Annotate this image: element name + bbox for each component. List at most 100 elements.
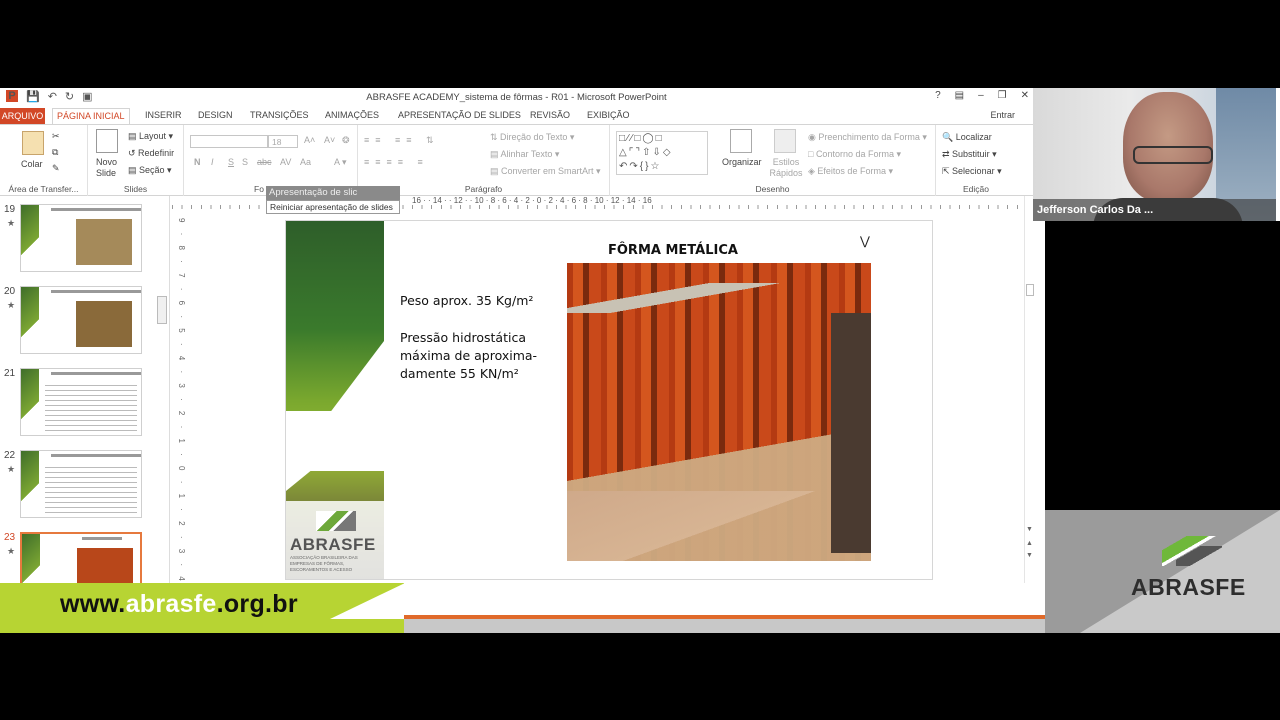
slide-thumbnail-pane: 19 ★ 20 ★ 21 22 ★ 23 ★ (0, 196, 170, 633)
list-icons[interactable]: ≡≡ ≡≡ ⇅ (364, 135, 440, 146)
next-slide-icon[interactable]: ▼ (1026, 552, 1033, 559)
tab-arquivo[interactable]: ARQUIVO (0, 108, 45, 124)
pressure-text[interactable]: Pressão hidrostática máxima de aproxima-… (400, 329, 550, 383)
url-suffix: .org.br (216, 590, 298, 618)
prev-slide-icon[interactable]: ▲ (1026, 540, 1033, 547)
find-button[interactable]: 🔍 Localizar (942, 132, 992, 143)
paste-button[interactable]: Colar (21, 159, 43, 169)
tab-design[interactable]: DESIGN (198, 110, 233, 120)
slide-thumbnail[interactable] (20, 450, 142, 518)
thumbnail-number: 22 (4, 450, 16, 461)
tab-revisao[interactable]: REVISÃO (530, 110, 570, 120)
layout-label: Layout (139, 131, 167, 141)
shrink-font-icon[interactable]: A˅ (324, 135, 335, 145)
strike-button[interactable]: abc (257, 157, 272, 167)
text-direction-button[interactable]: ⇅ Direção do Texto ▾ (490, 132, 574, 143)
weight-text[interactable]: Peso aprox. 35 Kg/m² (400, 293, 533, 308)
font-size-input[interactable]: 18 (268, 135, 298, 148)
find-label: Localizar (955, 132, 992, 142)
vertical-ruler: 9 · 8 · 7 · 6 · 5 · 4 · 3 · 2 · 1 · 0 · … (176, 218, 186, 625)
text-cursor-icon: ⋁ (860, 234, 870, 248)
vertical-scrollbar[interactable]: ▼ ▲ ▼ (1024, 196, 1034, 633)
format-painter-icon[interactable]: ✎ (52, 163, 60, 174)
tab-exibicao[interactable]: EXIBIÇÃO (587, 110, 630, 120)
thumbnail-number: 21 (4, 368, 16, 379)
ribbon: Colar ✂ ⧉ ✎ Área de Transfer... Novo Sli… (0, 124, 1033, 196)
slide-title[interactable]: FÔRMA METÁLICA (608, 243, 738, 258)
clear-format-icon[interactable]: ❂ (342, 135, 350, 146)
paste-icon[interactable] (22, 131, 44, 155)
slide-canvas[interactable]: ABRASFE ASSOCIAÇÃO BRASILEIRA DAS EMPRES… (285, 220, 933, 580)
section-button[interactable]: ▤ Seção ▾ (128, 165, 172, 176)
shape-outline-label: Contorno da Forma (815, 149, 894, 159)
underline-button[interactable]: S (228, 157, 234, 167)
group-editing: 🔍 Localizar ⇄ Substituir ▾ ⇱ Selecionar … (936, 125, 1016, 196)
minimize-button[interactable]: – (978, 90, 984, 101)
shapes-gallery[interactable]: □∕∕□◯□ △⌜⌝⇧⇩◇ ↶↷{}☆ (616, 131, 708, 175)
thumbnail-number: 20 (4, 286, 16, 297)
select-button[interactable]: ⇱ Selecionar ▾ (942, 166, 1002, 177)
thumbnail-scrollbar[interactable] (157, 296, 167, 324)
shape-effects-button[interactable]: ◈ Efeitos de Forma ▾ (808, 166, 893, 177)
formwork-photo[interactable] (567, 263, 871, 561)
section-label: Seção (139, 165, 165, 175)
url-highlight: abrasfe (125, 590, 217, 618)
quick-styles-icon[interactable] (774, 129, 796, 153)
reset-button[interactable]: ↺ Redefinir (128, 148, 174, 159)
abrasfe-brand-icon (1162, 536, 1222, 566)
align-text-button[interactable]: ▤ Alinhar Texto ▾ (490, 149, 559, 160)
cut-icon[interactable]: ✂ (52, 131, 60, 142)
photo-ground (567, 491, 871, 561)
animation-star-icon: ★ (7, 546, 16, 556)
case-button[interactable]: Aa (300, 157, 311, 167)
arrange-icon[interactable] (730, 129, 752, 153)
restore-button[interactable]: ❐ (998, 90, 1007, 101)
smartart-button[interactable]: ▤ Converter em SmartArt ▾ (490, 166, 601, 177)
new-slide-icon[interactable] (96, 129, 118, 153)
tab-apresentacao[interactable]: APRESENTAÇÃO DE SLIDES (398, 110, 521, 120)
spacing-button[interactable]: AV (280, 157, 291, 167)
align-icons[interactable]: ≡≡≡≡ ≡ (364, 157, 429, 167)
quick-styles-button[interactable]: Estilos Rápidos (768, 157, 804, 179)
scroll-down-icon[interactable]: ▼ (1026, 526, 1033, 533)
shape-effects-label: Efeitos de Forma (817, 166, 886, 176)
align-text-label: Alinhar Texto (500, 149, 553, 159)
new-slide-button[interactable]: Novo Slide (96, 157, 126, 179)
help-button[interactable]: ? (935, 90, 941, 101)
slide-thumbnail[interactable] (20, 368, 142, 436)
webcam-feed: Jefferson Carlos Da ... (1033, 88, 1276, 221)
grow-font-icon[interactable]: A˄ (304, 135, 315, 145)
layout-button[interactable]: ▤ Layout ▾ (128, 131, 173, 142)
close-button[interactable]: ✕ (1021, 90, 1029, 101)
slide-logo-text: ABRASFE (290, 535, 376, 554)
scrollbar-thumb[interactable] (1026, 284, 1034, 296)
shape-outline-button[interactable]: □ Contorno da Forma ▾ (808, 149, 901, 160)
animation-star-icon: ★ (7, 218, 16, 228)
slide-thumbnail[interactable] (20, 286, 142, 354)
shadow-button[interactable]: S (242, 157, 248, 167)
replace-button[interactable]: ⇄ Substituir ▾ (942, 149, 997, 160)
window-controls: ? ▤ – ❐ ✕ (935, 90, 1029, 101)
ribbon-display-icon[interactable]: ▤ (955, 90, 964, 101)
animation-star-icon: ★ (7, 464, 16, 474)
copy-icon[interactable]: ⧉ (52, 147, 58, 158)
slide-thumbnail[interactable] (20, 204, 142, 272)
bold-button[interactable]: N (194, 157, 201, 167)
tab-transicoes[interactable]: TRANSIÇÕES (250, 110, 309, 120)
tab-inserir[interactable]: INSERIR (145, 110, 182, 120)
tab-pagina-inicial[interactable]: PÁGINA INICIAL (52, 108, 130, 125)
banner-slant (330, 583, 405, 619)
ribbon-tabs: ARQUIVO PÁGINA INICIAL INSERIR DESIGN TR… (0, 108, 1033, 125)
arrange-button[interactable]: Organizar (722, 157, 762, 167)
group-clipboard: Colar ✂ ⧉ ✎ Área de Transfer... (0, 125, 88, 196)
italic-button[interactable]: I (211, 157, 214, 167)
tab-animacoes[interactable]: ANIMAÇÕES (325, 110, 379, 120)
banner-white (404, 583, 1045, 619)
font-family-input[interactable] (190, 135, 268, 148)
presenter-glasses (1133, 146, 1213, 164)
signin-link[interactable]: Entrar (990, 110, 1015, 120)
slideshow-tooltip-header: Apresentação de slic (266, 186, 400, 200)
font-color-icon[interactable]: A ▾ (334, 157, 347, 168)
reset-label: Redefinir (138, 148, 175, 158)
shape-fill-button[interactable]: ◉ Preenchimento da Forma ▾ (808, 132, 927, 143)
